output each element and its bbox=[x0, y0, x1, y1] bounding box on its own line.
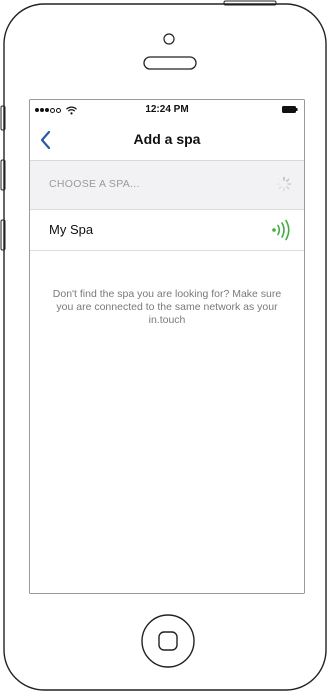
help-message: Don't find the spa you are looking for? … bbox=[52, 288, 282, 326]
spa-list-item[interactable]: My Spa bbox=[30, 210, 304, 251]
page-title: Add a spa bbox=[133, 131, 201, 147]
wifi-signal-icon bbox=[272, 219, 290, 241]
front-camera-icon bbox=[163, 33, 175, 45]
app-screen: 12:24 PM Add a spa CHOOSE A SPA... My Sp… bbox=[30, 100, 304, 593]
section-title: CHOOSE A SPA... bbox=[49, 178, 140, 190]
spinner-icon bbox=[276, 176, 292, 192]
home-button[interactable] bbox=[139, 612, 197, 670]
battery-icon bbox=[282, 106, 298, 113]
status-bar: 12:24 PM bbox=[30, 100, 304, 120]
chevron-left-icon bbox=[40, 130, 51, 150]
spa-name: My Spa bbox=[49, 222, 94, 237]
navigation-bar: Add a spa bbox=[30, 120, 304, 161]
status-time: 12:24 PM bbox=[145, 104, 189, 115]
spa-list-header: CHOOSE A SPA... bbox=[30, 161, 304, 210]
speaker-icon bbox=[143, 56, 197, 70]
back-button[interactable] bbox=[34, 128, 58, 152]
